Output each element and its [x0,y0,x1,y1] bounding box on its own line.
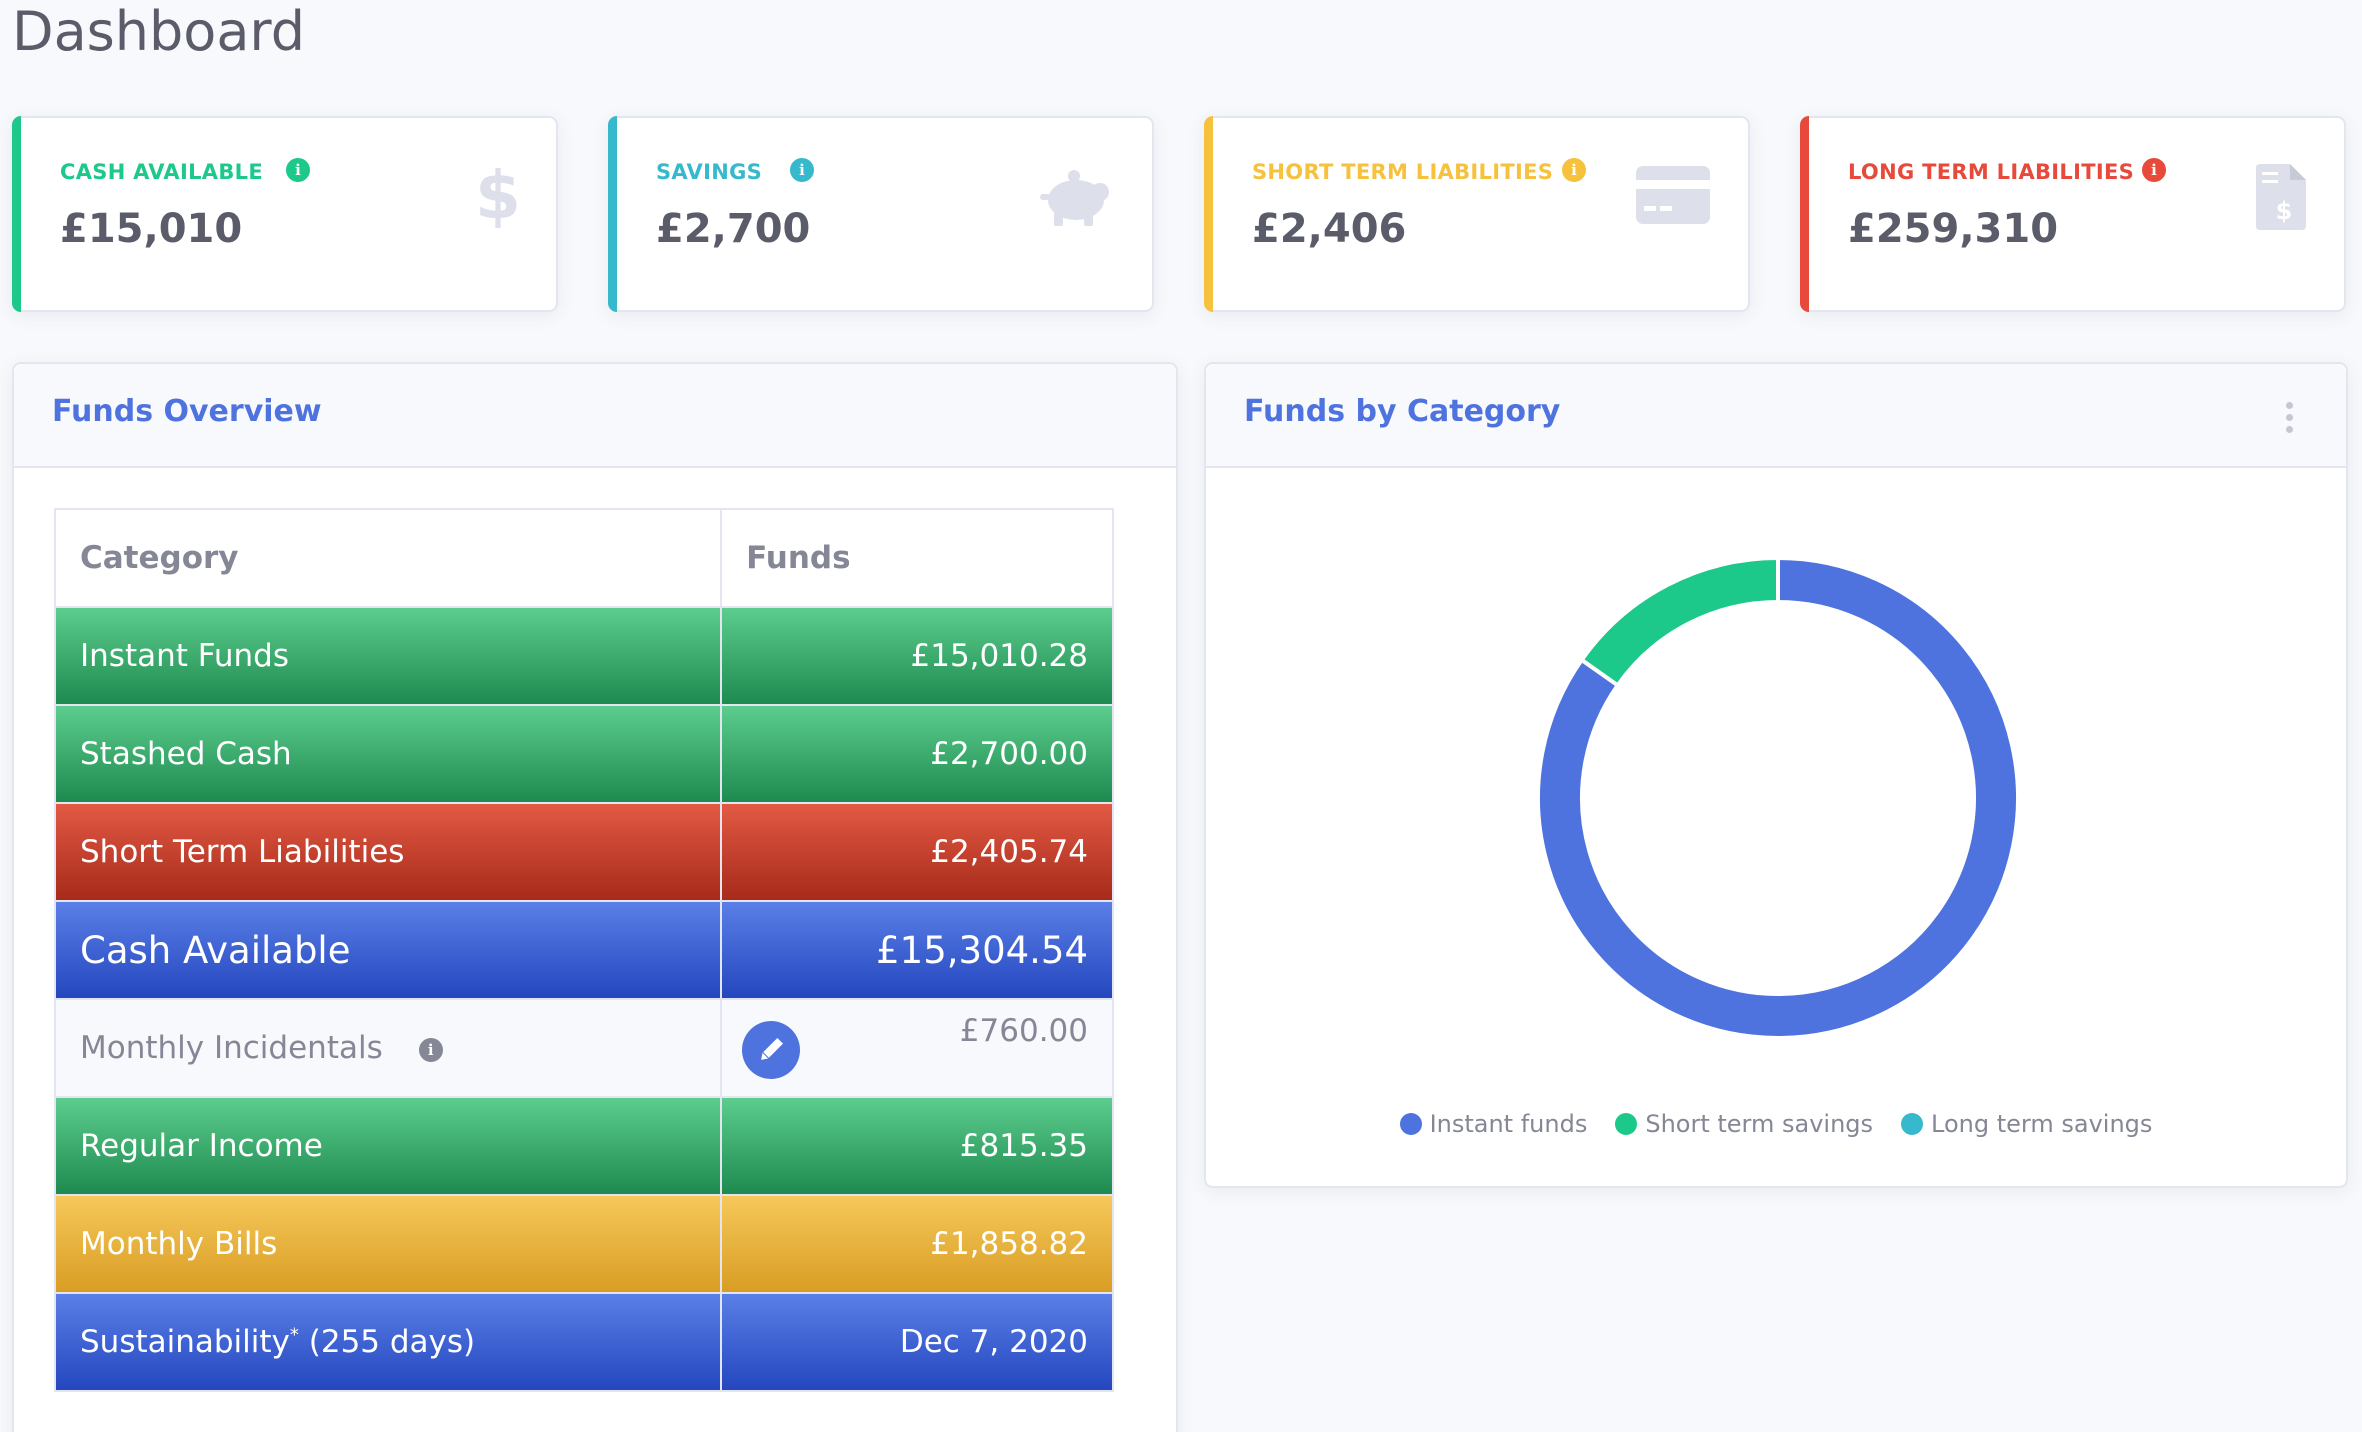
stat-card-savings: SAVINGS i £2,700 [608,116,1154,312]
table-row: Sustainability* (255 days) Dec 7, 2020 [53,1292,1114,1392]
stat-value: £15,010 [60,206,243,252]
more-options-icon[interactable] [2286,402,2294,438]
row-category: Regular Income [53,1096,723,1196]
table-row: Instant Funds £15,010.28 [53,606,1114,706]
stat-card-short-term-liabilities: SHORT TERM LIABILITIES i £2,406 [1204,116,1750,312]
table-row: Stashed Cash £2,700.00 [53,704,1114,804]
panel-title: Funds Overview [52,394,322,429]
donut-slice-short-term-savings[interactable] [1578,555,1780,689]
row-category: Short Term Liabilities [53,802,723,902]
legend-dot [1615,1113,1638,1135]
row-category-suffix: (255 days) [298,1324,476,1360]
edit-button[interactable] [742,1021,801,1079]
footnote-marker: * [289,1324,299,1346]
legend-label: Instant funds [1429,1110,1588,1138]
legend-item[interactable]: Long term savings [1901,1110,2152,1138]
credit-card-icon [1636,166,1710,228]
svg-text:$: $ [476,162,520,228]
table-row: Regular Income £815.35 [53,1096,1114,1196]
piggy-bank-icon [1038,168,1114,234]
row-category: Cash Available [53,900,723,1000]
row-category-cell: Monthly Incidentals i [53,998,723,1098]
page-title: Dashboard [12,0,305,63]
table-row: Short Term Liabilities £2,405.74 [53,802,1114,902]
info-icon[interactable]: i [418,1037,443,1062]
panel-header: Funds by Category [1206,364,2346,468]
panel-header: Funds Overview [14,364,1176,468]
stat-card-long-term-liabilities: LONG TERM LIABILITIES i £259,310 $ [1800,116,2346,312]
legend-item[interactable]: Short term savings [1615,1110,1873,1138]
row-funds: £15,304.54 [720,900,1114,1000]
row-category: Monthly Bills [53,1194,723,1294]
stat-card-cash-available: CASH AVAILABLE i £15,010 $ [12,116,558,312]
stat-label: CASH AVAILABLE [60,160,263,184]
legend-dot [1399,1113,1422,1135]
row-category: Sustainability [80,1324,290,1360]
stat-label: SHORT TERM LIABILITIES [1252,160,1554,184]
info-icon[interactable]: i [2142,158,2166,182]
row-category: Monthly Incidentals [80,1030,383,1066]
row-category: Stashed Cash [53,704,723,804]
legend-label: Short term savings [1645,1110,1874,1138]
stat-label: SAVINGS [656,160,763,184]
row-funds-cell: £760.00 [720,998,1114,1098]
column-header-category: Category [53,508,723,608]
column-header-funds: Funds [720,508,1114,608]
invoice-dollar-icon: $ [2256,164,2306,234]
table-header-row: Category Funds [53,508,1114,608]
donut-chart [1536,555,2020,1040]
row-funds: £1,858.82 [720,1194,1114,1294]
row-category: Instant Funds [53,606,723,706]
legend-dot [1901,1113,1924,1135]
dollar-icon: $ [475,157,521,234]
funds-table: Category Funds Instant Funds £15,010.28 … [53,508,1114,1392]
stat-label: LONG TERM LIABILITIES [1848,160,2135,184]
info-icon[interactable]: i [790,158,814,182]
svg-text:$: $ [2276,197,2293,225]
row-funds: £815.35 [720,1096,1114,1196]
funds-by-category-panel: Funds by Category Instant funds Short ter… [1204,362,2348,1188]
row-funds: £2,700.00 [720,704,1114,804]
stat-value: £259,310 [1848,206,2059,252]
info-icon[interactable]: i [286,158,310,182]
stat-value: £2,406 [1252,206,1407,252]
info-icon[interactable]: i [1562,158,1586,182]
legend-label: Long term savings [1931,1110,2153,1138]
chart-legend: Instant funds Short term savings Long term… [1206,1110,2346,1138]
row-funds: £760.00 [959,1013,1088,1049]
funds-overview-panel: Funds Overview Category Funds Instant Fu… [12,362,1178,1432]
row-funds: £2,405.74 [720,802,1114,902]
table-row: Monthly Incidentals i £760.00 [53,998,1114,1098]
panel-title: Funds by Category [1244,394,1561,429]
legend-item[interactable]: Instant funds [1399,1110,1588,1138]
pencil-icon [761,1037,784,1060]
row-category-cell: Sustainability* (255 days) [53,1292,723,1392]
row-funds: Dec 7, 2020 [720,1292,1114,1392]
row-funds: £15,010.28 [720,606,1114,706]
table-row: Cash Available £15,304.54 [53,900,1114,1000]
table-row: Monthly Bills £1,858.82 [53,1194,1114,1294]
stat-value: £2,700 [656,206,811,252]
